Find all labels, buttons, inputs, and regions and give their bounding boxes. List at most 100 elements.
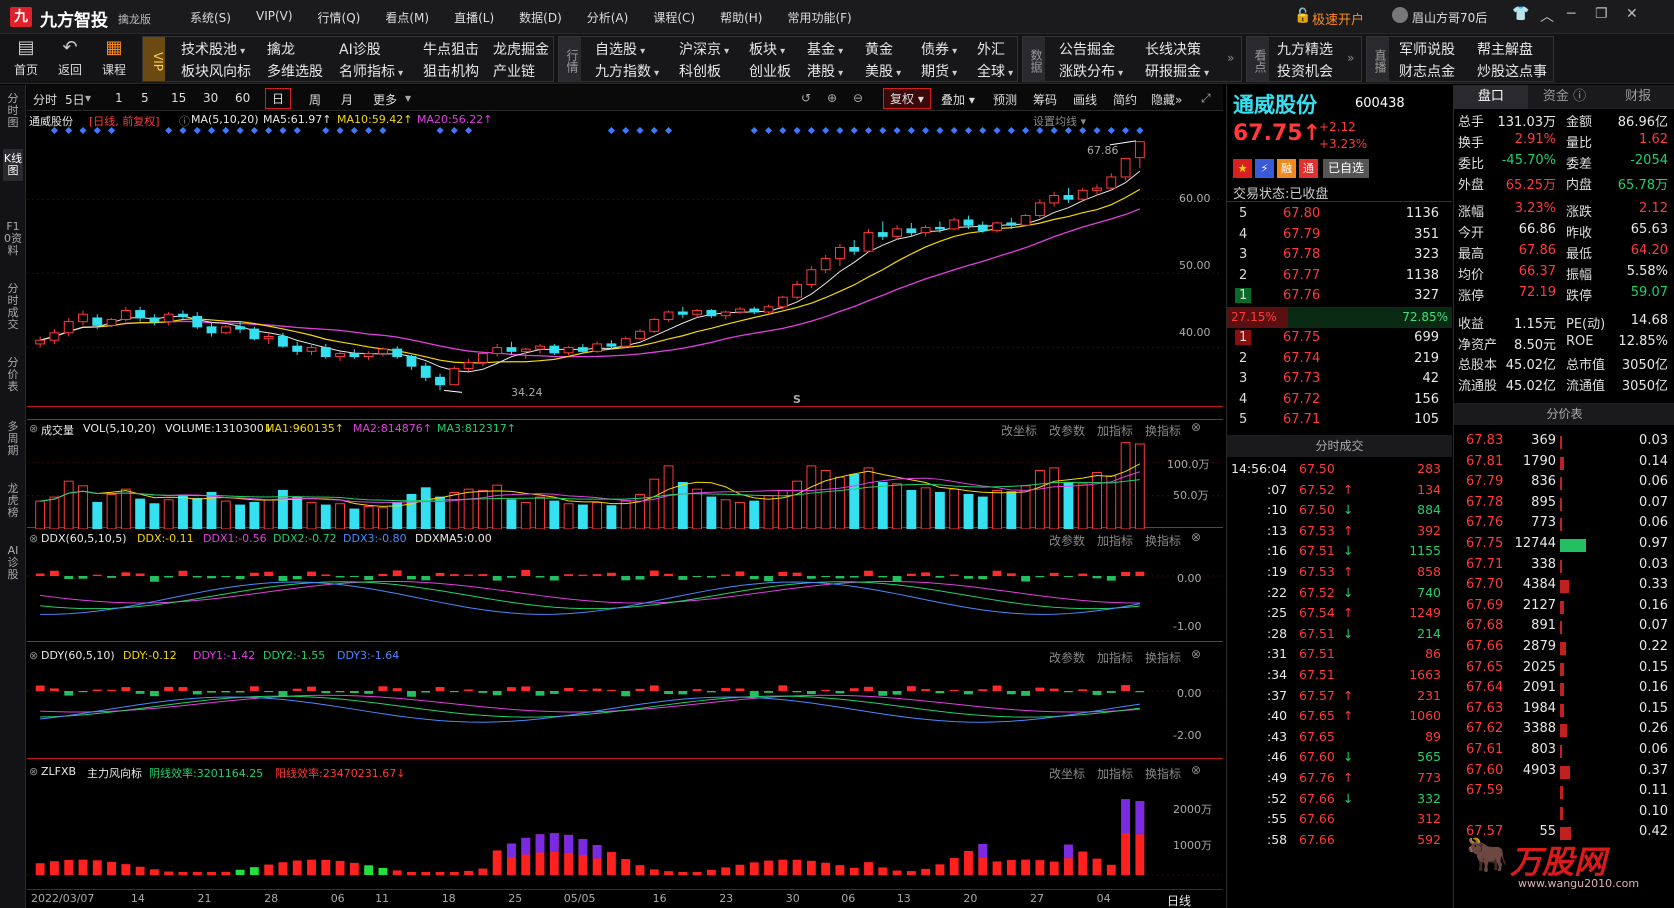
menu-highlights[interactable]: 看点(M) xyxy=(385,9,429,26)
hl-opportunity[interactable]: 投资机会 xyxy=(1277,61,1333,81)
chips-button[interactable]: 筹码 xyxy=(1033,91,1057,108)
mkt-jf-index[interactable]: 九方指数 xyxy=(595,61,659,81)
simple-button[interactable]: 简约 xyxy=(1113,91,1137,108)
kline-panel[interactable]: 通威股份 [日线, 前复权] ⓘ MA(5,10,20) MA5:61.97↑ … xyxy=(27,111,1223,407)
sidebar-item-dragon-tiger[interactable]: 龙虎榜 xyxy=(3,483,23,519)
more-arrow-icon[interactable]: » xyxy=(1347,51,1354,65)
restore-icon[interactable]: ❐ xyxy=(1595,6,1608,22)
mkt-gem[interactable]: 创业板 xyxy=(749,61,791,81)
tool-dragon-tiger[interactable]: 龙虎掘金 xyxy=(493,39,549,59)
close-icon[interactable]: ✕ xyxy=(1626,6,1638,22)
hide-button[interactable]: 隐藏» xyxy=(1151,91,1182,108)
tool-ai-diagnose[interactable]: AI诊股 xyxy=(339,39,381,59)
tool-tech-pool[interactable]: 技术股池 xyxy=(181,39,245,59)
close-panel-icon[interactable]: ⊗ xyxy=(1191,530,1201,544)
data-long-term[interactable]: 长线决策 xyxy=(1145,39,1201,59)
zlfxb-panel[interactable]: ⊗ ZLFXB 主力风向标 阴线效率:3201164.25 阳线效率:23470… xyxy=(27,763,1223,889)
volume-panel[interactable]: ⊗ 成交量 VOL(5,10,20) VOLUME:1310300↓ MA1:9… xyxy=(27,419,1223,529)
tool-sniper[interactable]: 牛点狙击 xyxy=(423,39,479,59)
menu-data[interactable]: 数据(D) xyxy=(519,9,562,26)
period-day[interactable]: 日 xyxy=(265,88,292,109)
live-helper[interactable]: 帮主解盘 xyxy=(1477,39,1533,59)
sidebar-item-f10[interactable]: F10资料 xyxy=(3,221,23,257)
mkt-forex[interactable]: 外汇 xyxy=(977,39,1005,59)
draw-button[interactable]: 画线 xyxy=(1073,91,1097,108)
mkt-global[interactable]: 全球 xyxy=(977,61,1013,81)
mkt-bond[interactable]: 债券 xyxy=(921,39,957,59)
period-5m[interactable]: 5 xyxy=(141,91,149,105)
tool-master-indicator[interactable]: 名师指标 xyxy=(339,61,403,81)
close-panel-icon[interactable]: ⊗ xyxy=(1191,647,1201,661)
undo-icon[interactable]: ↺ xyxy=(801,91,811,105)
volume-chart[interactable] xyxy=(27,436,1223,529)
open-account-button[interactable]: 极速开户 xyxy=(1312,9,1364,28)
data-announcement[interactable]: 公告掘金 xyxy=(1059,39,1115,59)
minimize-icon[interactable]: ─ xyxy=(1567,6,1575,22)
mkt-gold[interactable]: 黄金 xyxy=(865,39,893,59)
menu-common[interactable]: 常用功能(F) xyxy=(787,9,851,26)
period-15m[interactable]: 15 xyxy=(171,91,186,105)
forecast-button[interactable]: 预测 xyxy=(993,91,1017,108)
menu-system[interactable]: 系统(S) xyxy=(190,9,231,26)
mkt-us[interactable]: 美股 xyxy=(865,61,901,81)
tool-industry-chain[interactable]: 产业链 xyxy=(493,61,535,81)
mkt-fund[interactable]: 基金 xyxy=(807,39,843,59)
back-button[interactable]: ↶ 返回 xyxy=(48,37,92,78)
close-panel-icon[interactable]: ⊗ xyxy=(29,532,38,545)
tab-financials[interactable]: 财报 xyxy=(1601,85,1674,109)
adjust-button[interactable]: 复权 ▾ xyxy=(883,88,931,109)
data-research[interactable]: 研报掘金 xyxy=(1145,61,1209,81)
dropdown-icon[interactable]: ▾ xyxy=(85,91,91,105)
live-strategist[interactable]: 军师说股 xyxy=(1399,39,1455,59)
ddy-panel[interactable]: ⊗ DDY(60,5,10) DDY:-0.12 DDY1:-1.42 DDY2… xyxy=(27,647,1223,759)
tool-snipe-org[interactable]: 狙击机构 xyxy=(423,61,479,81)
skin-icon[interactable]: 👕 xyxy=(1512,6,1529,22)
hl-selected[interactable]: 九方精选 xyxy=(1277,39,1333,59)
data-distribution[interactable]: 涨跌分布 xyxy=(1059,61,1123,81)
close-panel-icon[interactable]: ⊗ xyxy=(29,422,38,435)
mkt-star[interactable]: 科创板 xyxy=(679,61,721,81)
menu-analysis[interactable]: 分析(A) xyxy=(587,9,629,26)
tool-sector-wind[interactable]: 板块风向标 xyxy=(181,61,251,81)
sidebar-item-kline[interactable]: K线图 xyxy=(3,149,23,181)
course-button[interactable]: ▦ 课程 xyxy=(92,37,136,78)
sidebar-item-ticks[interactable]: 分时成交 xyxy=(3,283,23,331)
live-trading[interactable]: 炒股这点事 xyxy=(1477,61,1547,81)
ddx-panel[interactable]: ⊗ DDX(60,5,10,5) DDX:-0.11 DDX1:-0.56 DD… xyxy=(27,530,1223,642)
tab-orderbook[interactable]: 盘口 xyxy=(1454,85,1528,109)
zoom-out-icon[interactable]: ⊖ xyxy=(853,91,863,105)
collapse-icon[interactable]: ︿ xyxy=(1540,6,1554,26)
period-week[interactable]: 周 xyxy=(309,91,321,108)
overlay-button[interactable]: 叠加 ▾ xyxy=(941,91,975,108)
close-panel-icon[interactable]: ⊗ xyxy=(1191,420,1201,434)
sidebar-item-timeshare[interactable]: 分时图 xyxy=(3,93,23,129)
menu-course[interactable]: 课程(C) xyxy=(653,9,695,26)
sidebar-item-ai[interactable]: AI诊股 xyxy=(3,545,23,581)
menu-live[interactable]: 直播(L) xyxy=(454,9,494,26)
dropdown-icon[interactable]: ▾ xyxy=(405,91,411,105)
home-button[interactable]: ▤ 首页 xyxy=(4,37,48,78)
zlfxb-chart[interactable] xyxy=(27,779,1223,889)
close-panel-icon[interactable]: ⊗ xyxy=(1191,763,1201,777)
period-5day[interactable]: 5日 xyxy=(65,91,85,108)
menu-help[interactable]: 帮助(H) xyxy=(720,9,762,26)
self-selected-badge[interactable]: 已自选 xyxy=(1323,159,1370,178)
period-timeshare[interactable]: 分时 xyxy=(33,91,57,108)
period-more[interactable]: 更多 xyxy=(373,91,397,108)
ddy-chart[interactable] xyxy=(27,663,1223,759)
mkt-hk[interactable]: 港股 xyxy=(807,61,843,81)
fullscreen-icon[interactable]: ⤢ xyxy=(1201,91,1211,106)
avatar[interactable] xyxy=(1392,7,1408,23)
mkt-sector[interactable]: 板块 xyxy=(749,39,785,59)
tool-qinlong[interactable]: 擒龙 xyxy=(267,39,295,59)
menu-market[interactable]: 行情(Q) xyxy=(318,9,361,26)
period-30m[interactable]: 30 xyxy=(203,91,218,105)
menu-vip[interactable]: VIP(V) xyxy=(256,9,293,26)
tool-multi-select[interactable]: 多维选股 xyxy=(267,61,323,81)
kline-chart[interactable] xyxy=(27,125,1223,407)
mkt-watchlist[interactable]: 自选股 xyxy=(595,39,645,59)
sidebar-item-multi-period[interactable]: 多周期 xyxy=(3,421,23,457)
more-arrow-icon[interactable]: » xyxy=(1227,51,1234,65)
mkt-futures[interactable]: 期货 xyxy=(921,61,957,81)
mkt-shsz[interactable]: 沪深京 xyxy=(679,39,729,59)
